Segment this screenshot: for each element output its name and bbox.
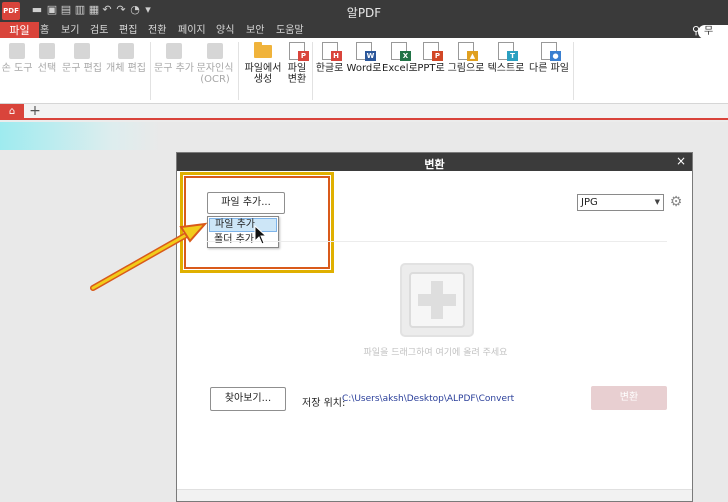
menu-page[interactable]: 페이지: [178, 24, 206, 38]
mouse-cursor-icon: [254, 225, 268, 245]
hwp-icon: H: [321, 42, 342, 61]
menu-edit[interactable]: 편집: [119, 24, 137, 38]
hand-tool-button[interactable]: 손 도구: [0, 38, 34, 98]
ocr-icon: [206, 42, 224, 60]
menu-convert[interactable]: 전환: [148, 24, 166, 38]
hand-icon: [8, 42, 26, 60]
gear-icon[interactable]: ⚙: [668, 194, 684, 210]
ribbon-toolbar: 손 도구 선택 문구 편집 개체 편집 문구 추가 문자인식 (OCR) 파일에…: [0, 38, 728, 104]
ribbon-separator: [150, 42, 151, 100]
dialog-header: 변환 ×: [177, 153, 692, 171]
add-file-dropdown: 파일 추가 폴더 추가: [207, 216, 279, 248]
drop-hint-text: 파일을 드래그하여 여기에 올려 주세요: [363, 348, 508, 358]
other-file-button[interactable]: ● 다른 파일: [527, 38, 571, 98]
document-tab-strip: ⌂ +: [0, 104, 728, 120]
object-edit-icon: [117, 42, 135, 60]
add-text-icon: [165, 42, 183, 60]
close-icon[interactable]: ×: [674, 154, 688, 168]
home-tab[interactable]: ⌂: [0, 104, 24, 120]
excel-icon: X: [390, 42, 411, 61]
ribbon-separator: [573, 42, 574, 100]
search-input[interactable]: 무: [698, 25, 728, 39]
search-icon[interactable]: ⚲: [692, 24, 700, 37]
title-bar: PDF ▬ ▣ ▤ ▥ ▦ ↶ ↷ ◔ ▾ 알PDF: [0, 0, 728, 24]
dialog-footer: [177, 489, 692, 501]
object-edit-button[interactable]: 개체 편집: [104, 38, 148, 98]
menu-bar: 홈 보기 검토 편집 전환 페이지 양식 보안 도움말: [0, 24, 728, 38]
menu-help[interactable]: 도움말: [276, 24, 304, 38]
pdf-convert-icon: P: [288, 42, 309, 61]
select-icon: [38, 42, 56, 60]
menu-view[interactable]: 보기: [61, 24, 79, 38]
app-title: 알PDF: [346, 6, 382, 20]
text-edit-button[interactable]: 문구 편집: [60, 38, 104, 98]
home-icon: ⌂: [8, 106, 16, 117]
menu-form[interactable]: 양식: [216, 24, 234, 38]
drop-add-icon[interactable]: [400, 263, 474, 337]
browse-button[interactable]: 찾아보기...: [210, 387, 286, 411]
create-from-file-button[interactable]: 파일에서 생성: [242, 38, 284, 98]
ocr-button[interactable]: 문자인식 (OCR): [196, 38, 234, 98]
menu-home[interactable]: 홈: [40, 24, 49, 38]
convert-button[interactable]: 변환: [591, 386, 667, 410]
image-icon: ▲: [457, 42, 478, 61]
chevron-down-icon: ▼: [654, 198, 660, 206]
other-file-icon: ●: [540, 42, 561, 61]
dialog-title: 변환: [424, 158, 445, 171]
ppt-icon: P: [422, 42, 443, 61]
ribbon-separator: [238, 42, 239, 100]
word-icon: W: [355, 42, 376, 61]
add-file-button[interactable]: 파일 추가...: [207, 192, 285, 214]
add-text-button[interactable]: 문구 추가: [152, 38, 196, 98]
to-text-button[interactable]: T 텍스트로: [486, 38, 526, 98]
to-image-button[interactable]: ▲ 그림으로: [446, 38, 486, 98]
text-file-icon: T: [497, 42, 518, 61]
workspace-glow: [0, 122, 160, 150]
to-word-button[interactable]: W Word로: [346, 38, 382, 98]
dialog-divider: [207, 241, 667, 242]
save-location-path[interactable]: C:\Users\aksh\Desktop\ALPDF\Convert: [342, 394, 514, 404]
folder-icon: [254, 42, 272, 60]
save-location-label: 저장 위치:: [302, 398, 346, 409]
add-tab-button[interactable]: +: [28, 104, 42, 120]
output-format-select[interactable]: JPG ▼: [577, 194, 664, 211]
convert-file-button[interactable]: P 파일 변환: [284, 38, 310, 98]
select-button[interactable]: 선택: [34, 38, 60, 98]
menu-security[interactable]: 보안: [246, 24, 264, 38]
format-select-value: JPG: [581, 197, 598, 208]
to-hwp-button[interactable]: H 한글로: [313, 38, 346, 98]
text-edit-icon: [73, 42, 91, 60]
convert-dialog: 변환 × 파일 추가... 파일 추가 폴더 추가 JPG ▼ ⚙ 파일을 드래…: [176, 152, 693, 502]
menu-review[interactable]: 검토: [90, 24, 108, 38]
to-ppt-button[interactable]: P PPT로: [416, 38, 446, 98]
to-excel-button[interactable]: X Excel로: [382, 38, 418, 98]
